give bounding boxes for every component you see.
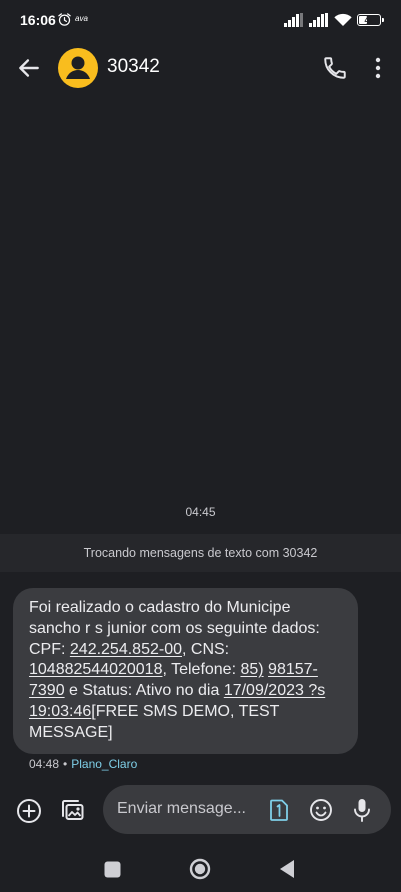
wifi-icon: [334, 13, 352, 26]
home-icon[interactable]: [189, 858, 211, 880]
cpf-link[interactable]: 242.254.852-00: [70, 641, 182, 658]
back-arrow-icon[interactable]: [16, 55, 42, 81]
conversation-timestamp: 04:45: [185, 505, 216, 519]
message-text: , CNS:: [182, 640, 230, 658]
battery-percent: 41: [364, 15, 374, 25]
message-input[interactable]: [117, 798, 257, 820]
emoji-icon[interactable]: [309, 798, 333, 822]
battery-icon: 41: [357, 14, 384, 26]
more-vert-icon[interactable]: [366, 55, 390, 81]
system-nav-bar: [0, 848, 401, 892]
phone-link[interactable]: 85): [240, 661, 263, 678]
mic-icon[interactable]: [351, 797, 373, 823]
signal-icon: [284, 13, 303, 27]
message-bubble[interactable]: Foi realizado o cadastro do Municipe san…: [13, 588, 358, 754]
nav-back-icon[interactable]: [278, 858, 296, 880]
app-bar: 30342: [0, 42, 401, 94]
conversation-title: 30342: [107, 56, 160, 77]
person-icon: [66, 56, 90, 79]
message-time: 04:48: [29, 757, 60, 771]
cns-link[interactable]: 104882544020018: [29, 661, 162, 678]
alarm-icon: [58, 13, 71, 26]
recents-icon[interactable]: [104, 861, 121, 878]
phone-icon[interactable]: [322, 55, 348, 81]
add-icon[interactable]: [16, 798, 42, 824]
carrier-logo: ava: [75, 14, 88, 23]
meta-separator: •: [63, 757, 68, 771]
signal-icon: [309, 13, 328, 27]
message-text: e Status: Ativo no dia: [64, 682, 224, 700]
status-icons: 41: [284, 12, 384, 28]
avatar[interactable]: [58, 48, 98, 88]
composer-bar: [0, 780, 401, 840]
info-banner-text: Trocando mensagens de texto com 30342: [83, 546, 318, 560]
message-meta: 04:48 • Plano_Claro: [29, 757, 137, 771]
conversation-info-banner: Trocando mensagens de texto com 30342: [0, 534, 401, 572]
gallery-icon[interactable]: [58, 796, 86, 824]
message-input-container: [103, 785, 391, 834]
sim-icon[interactable]: [268, 798, 290, 822]
status-time: 16:06: [20, 12, 56, 28]
status-bar: 16:06 ava 41: [0, 0, 401, 40]
message-text: , Telefone:: [162, 661, 241, 679]
sim-name: Plano_Claro: [71, 757, 138, 771]
